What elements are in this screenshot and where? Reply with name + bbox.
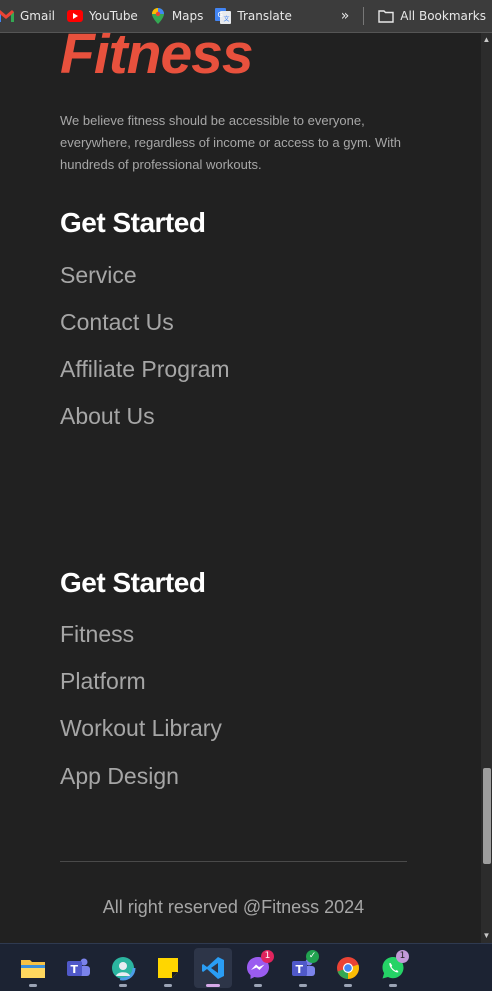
- footer-divider: [60, 861, 407, 862]
- footer-link-service[interactable]: Service: [60, 262, 137, 289]
- footer-link-workout-library[interactable]: Workout Library: [60, 715, 222, 742]
- bookmarks-bar: Gmail YouTube Maps G文 Translate » All Bo…: [0, 0, 492, 33]
- all-bookmarks-button[interactable]: All Bookmarks: [372, 4, 492, 28]
- bookmark-translate[interactable]: G文 Translate: [209, 4, 298, 28]
- taskbar-copilot[interactable]: [104, 948, 142, 988]
- footer-link-affiliate-program[interactable]: Affiliate Program: [60, 356, 230, 383]
- taskbar-indicator: [206, 983, 220, 987]
- youtube-icon: [67, 8, 84, 24]
- whatsapp-badge: 1: [396, 949, 409, 963]
- translate-icon: G文: [215, 8, 232, 24]
- footer-copyright: All right reserved @Fitness 2024: [102, 897, 365, 917]
- footer-link-app-design[interactable]: App Design: [60, 763, 179, 790]
- taskbar-indicator: [389, 983, 397, 987]
- bookmark-label: Translate: [237, 9, 292, 23]
- footer-link-about-us[interactable]: About Us: [60, 403, 155, 430]
- footer-tagline: We believe fitness should be accessible …: [60, 113, 402, 172]
- sticky-notes-icon: [158, 957, 178, 978]
- footer-logo[interactable]: Fitness: [60, 33, 254, 87]
- taskbar-indicator: [119, 983, 127, 987]
- taskbar-indicator: [254, 983, 262, 987]
- gmail-icon: [0, 8, 14, 24]
- taskbar-indicator: [344, 983, 352, 987]
- footer-link-fitness[interactable]: Fitness: [60, 621, 134, 648]
- more-bookmarks-button[interactable]: »: [335, 4, 356, 28]
- maps-icon: [150, 8, 166, 24]
- bookmark-label: Maps: [171, 9, 204, 23]
- taskbar-teams[interactable]: T: [59, 948, 97, 988]
- taskbar-vscode[interactable]: [194, 947, 232, 988]
- scroll-down-arrow-icon[interactable]: ▼: [481, 930, 492, 942]
- bookmarks-separator: [363, 7, 365, 25]
- chrome-icon: [337, 956, 359, 979]
- section-title-get-started: Get Started: [60, 207, 206, 238]
- copilot-icon: [110, 955, 136, 980]
- scroll-up-arrow-icon[interactable]: ▲: [481, 34, 492, 46]
- bookmark-maps[interactable]: Maps: [144, 4, 210, 28]
- bookmark-youtube[interactable]: YouTube: [61, 4, 144, 28]
- taskbar-whatsapp[interactable]: 1: [374, 948, 412, 988]
- all-bookmarks-label: All Bookmarks: [400, 9, 486, 23]
- file-explorer-icon: [21, 959, 45, 978]
- taskbar-file-explorer[interactable]: [14, 948, 52, 988]
- messenger-badge: 1: [261, 949, 274, 963]
- bookmark-gmail[interactable]: Gmail: [0, 4, 61, 28]
- footer-link-contact-us[interactable]: Contact Us: [60, 309, 174, 336]
- folder-icon: [378, 8, 394, 24]
- taskbar-indicator: [299, 983, 307, 987]
- taskbar-messenger[interactable]: 1: [239, 948, 277, 988]
- bookmark-label: Gmail: [20, 9, 56, 23]
- taskbar-teams-work[interactable]: T ✓: [284, 948, 322, 988]
- bookmark-label: YouTube: [89, 9, 138, 23]
- page-scrollbar[interactable]: ▲ ▼: [481, 33, 492, 943]
- taskbar-indicator: [164, 983, 172, 987]
- page-footer: Fitness We believe fitness should be acc…: [0, 33, 481, 943]
- taskbar-chrome[interactable]: [329, 948, 367, 988]
- scrollbar-thumb[interactable]: [483, 768, 491, 864]
- vscode-icon: [202, 956, 224, 979]
- footer-link-platform[interactable]: Platform: [60, 668, 146, 695]
- section-title-get-started-2: Get Started: [60, 567, 206, 598]
- svg-text:T: T: [296, 963, 304, 976]
- svg-text:文: 文: [224, 15, 230, 23]
- taskbar-indicator: [29, 983, 37, 987]
- teams-status-badge: ✓: [306, 949, 319, 963]
- windows-taskbar: T 1 T ✓ 1: [0, 943, 492, 991]
- svg-text:T: T: [71, 963, 79, 976]
- teams-icon: T: [67, 958, 90, 976]
- taskbar-sticky-notes[interactable]: [149, 948, 187, 988]
- svg-text:G: G: [218, 11, 223, 19]
